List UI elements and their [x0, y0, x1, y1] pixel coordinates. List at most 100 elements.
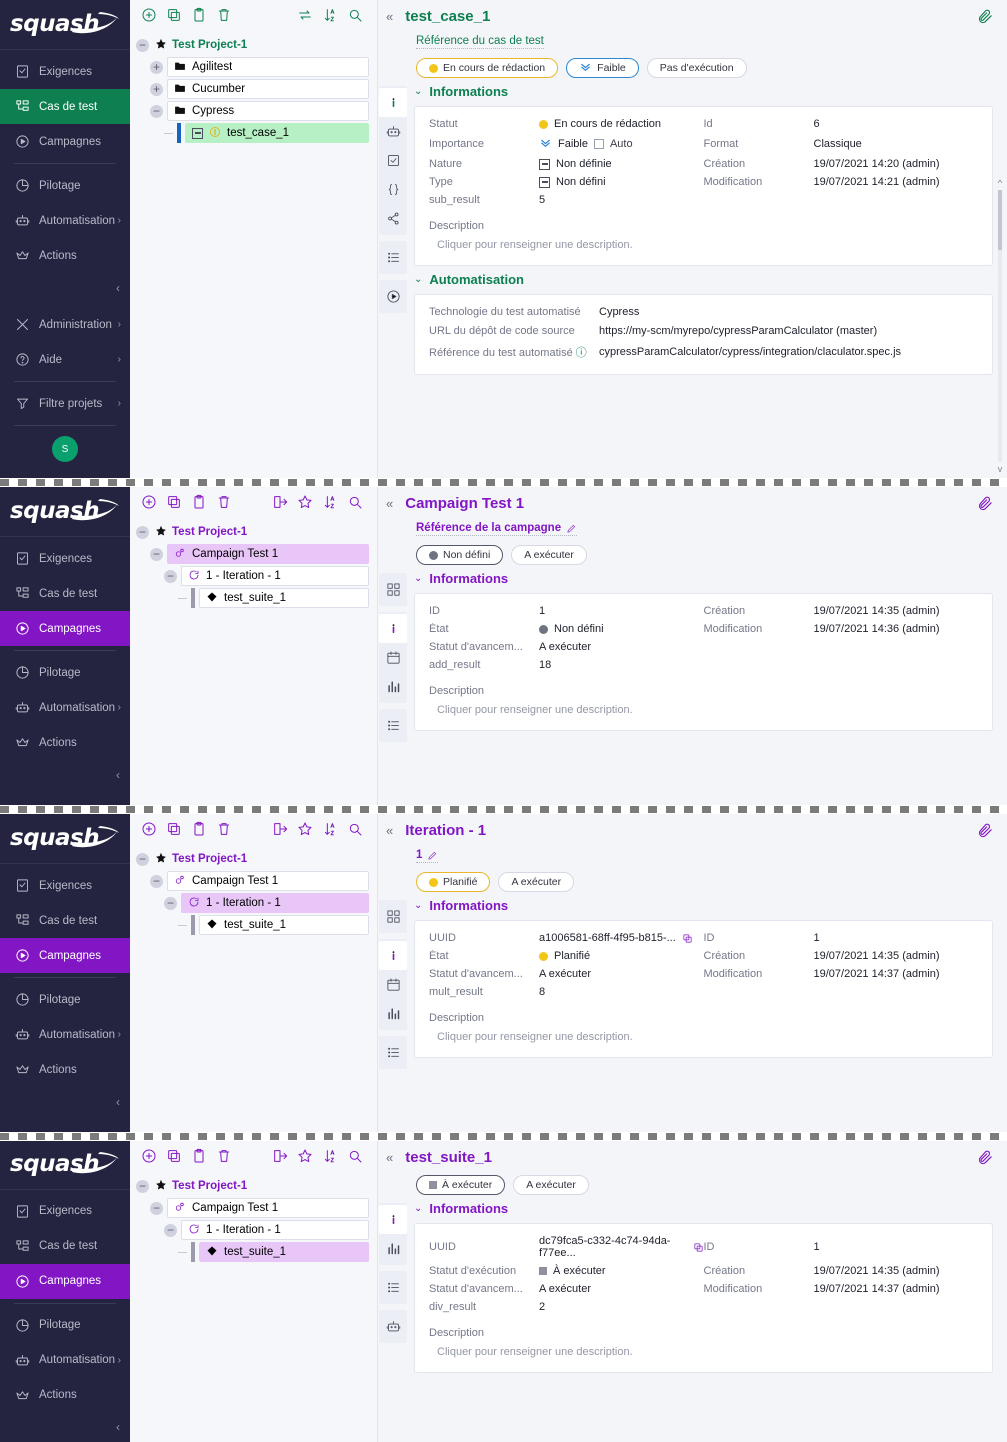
auto-checkbox[interactable] [593, 139, 604, 149]
collapse-icon[interactable] [192, 127, 203, 139]
toolbar-star-icon[interactable] [292, 1144, 317, 1168]
tree-toggle[interactable]: − [136, 38, 149, 52]
copy-uuid-button[interactable] [693, 1242, 704, 1253]
sidebar-collapse-button[interactable]: ‹ [0, 760, 130, 790]
toolbar-copy-icon[interactable] [161, 3, 186, 27]
sidebar-item-exigences[interactable]: Exigences [0, 54, 130, 89]
reference-field[interactable]: 1 [416, 849, 439, 863]
toolbar-sort-icon[interactable]: AZ [317, 490, 342, 514]
toolbar-delete-icon[interactable] [211, 817, 236, 841]
toolbar-delete-icon[interactable] [211, 1144, 236, 1168]
sidebar-item-actions[interactable]: Actions [0, 238, 130, 273]
tree-node-card[interactable]: test_suite_1 [199, 1242, 369, 1262]
toolbar-sort-icon[interactable]: AZ [317, 1144, 342, 1168]
sidebar-item-actions[interactable]: Actions [0, 725, 130, 760]
sidebar-item-pilotage[interactable]: Pilotage [0, 1308, 130, 1343]
toolbar-export-icon[interactable] [267, 1144, 292, 1168]
sidebar-item-aide[interactable]: Aide › [0, 342, 130, 377]
tree-toggle[interactable]: + [150, 82, 163, 96]
tree-toggle[interactable]: − [164, 1223, 177, 1237]
rail-grid-icon[interactable] [379, 902, 407, 931]
rail-info-icon[interactable] [379, 941, 407, 970]
sidebar-item-automatisation[interactable]: Automatisation › [0, 1343, 130, 1378]
rail-calendar-icon[interactable] [379, 970, 407, 999]
tree-node[interactable]: test_case_1 [136, 122, 369, 144]
sidebar-item-exigences[interactable]: Exigences [0, 868, 130, 903]
sidebar-item-actions[interactable]: Actions [0, 1378, 130, 1413]
tree-node[interactable]: − 1 - Iteration - 1 [136, 565, 369, 587]
toolbar-search-icon[interactable] [342, 1144, 367, 1168]
attachment-icon[interactable] [977, 8, 994, 30]
status-badge[interactable]: Faible [566, 58, 639, 78]
tree-toggle[interactable]: − [136, 525, 149, 539]
sidebar-item-exigences[interactable]: Exigences [0, 1194, 130, 1229]
tree-root[interactable]: − Test Project-1 [136, 1175, 369, 1197]
sidebar-collapse-button[interactable]: ‹ [0, 1087, 130, 1117]
rail-share-icon[interactable] [379, 204, 407, 233]
rail-info-icon[interactable] [379, 88, 407, 117]
rail-info-icon[interactable] [379, 1205, 407, 1234]
sidebar-item-pilotage[interactable]: Pilotage [0, 655, 130, 690]
tree-toggle[interactable]: − [150, 547, 163, 561]
rail-calendar-icon[interactable] [379, 643, 407, 672]
toolbar-sort-icon[interactable]: AZ [317, 817, 342, 841]
tree-node-card[interactable]: test_suite_1 [199, 588, 369, 608]
toolbar-add-icon[interactable] [136, 490, 161, 514]
toolbar-copy-icon[interactable] [161, 817, 186, 841]
attachment-icon[interactable] [977, 495, 994, 517]
tree-node-card[interactable]: test_case_1 [185, 123, 369, 143]
sidebar-item-pilotage[interactable]: Pilotage [0, 982, 130, 1017]
sidebar-item-campagnes[interactable]: Campagnes [0, 938, 130, 973]
tree-toggle[interactable]: − [164, 896, 177, 910]
tree-toggle[interactable]: − [150, 104, 163, 118]
toolbar-paste-icon[interactable] [186, 3, 211, 27]
sidebar-item-cas-de-test[interactable]: Cas de test [0, 1229, 130, 1264]
status-badge[interactable]: Planifié [416, 872, 491, 892]
tree-node[interactable]: + Agilitest [136, 56, 369, 78]
rail-robot-icon[interactable] [379, 1312, 407, 1341]
rail-braces-icon[interactable] [379, 175, 407, 204]
tree-node[interactable]: + Cucumber [136, 78, 369, 100]
tree-toggle[interactable]: − [136, 852, 149, 866]
tree-toggle[interactable]: − [150, 1201, 163, 1215]
status-badge[interactable]: Non défini [416, 545, 504, 565]
tree-toggle[interactable]: + [150, 60, 163, 74]
sidebar-item-pilotage[interactable]: Pilotage [0, 168, 130, 203]
sidebar-item-automatisation[interactable]: Automatisation › [0, 1017, 130, 1052]
toolbar-paste-icon[interactable] [186, 490, 211, 514]
rail-play-icon[interactable] [379, 282, 407, 311]
reference-field[interactable]: Référence du cas de test [416, 35, 544, 49]
collapse-tree-button[interactable]: « [386, 823, 393, 838]
rail-checkbox-icon[interactable] [379, 146, 407, 175]
rail-list-icon[interactable] [379, 243, 407, 272]
tree-node[interactable]: − 1 - Iteration - 1 [136, 1219, 369, 1241]
scrollbar[interactable]: ^ v [995, 178, 1005, 474]
tree-node-card[interactable]: Campaign Test 1 [167, 1198, 369, 1218]
status-badge[interactable]: A exécuter [498, 872, 575, 892]
toolbar-copy-icon[interactable] [161, 1144, 186, 1168]
sidebar-item-campagnes[interactable]: Campagnes [0, 1263, 130, 1299]
rail-chart-icon[interactable] [379, 1234, 407, 1263]
sidebar-item-campagnes[interactable]: Campagnes [0, 611, 130, 646]
tree-node[interactable]: − Campaign Test 1 [136, 543, 369, 565]
tree-node-card[interactable]: 1 - Iteration - 1 [181, 893, 369, 913]
toolbar-paste-icon[interactable] [186, 1144, 211, 1168]
sidebar-item-cas-de-test[interactable]: Cas de test [0, 576, 130, 611]
tree-node-card[interactable]: Campaign Test 1 [167, 871, 369, 891]
tree-node-card[interactable]: 1 - Iteration - 1 [181, 566, 369, 586]
tree-toggle[interactable]: − [164, 569, 177, 583]
tree-root[interactable]: − Test Project-1 [136, 848, 369, 870]
reference-field[interactable]: Référence de la campagne [416, 522, 578, 536]
section-header[interactable]: ⌄ Automatisation [414, 272, 993, 287]
description-value[interactable]: Cliquer pour renseigner une description. [429, 239, 978, 251]
tree-node-card[interactable]: Cypress [167, 101, 369, 121]
description-value[interactable]: Cliquer pour renseigner une description. [429, 1031, 978, 1043]
toolbar-search-icon[interactable] [342, 3, 367, 27]
sidebar-item-exigences[interactable]: Exigences [0, 541, 130, 576]
description-value[interactable]: Cliquer pour renseigner une description. [429, 704, 978, 716]
rail-chart-icon[interactable] [379, 672, 407, 701]
status-badge[interactable]: A exécuter [513, 1175, 589, 1195]
toolbar-transfer-icon[interactable] [292, 3, 317, 27]
toolbar-search-icon[interactable] [342, 817, 367, 841]
tree-node-card[interactable]: test_suite_1 [199, 915, 369, 935]
